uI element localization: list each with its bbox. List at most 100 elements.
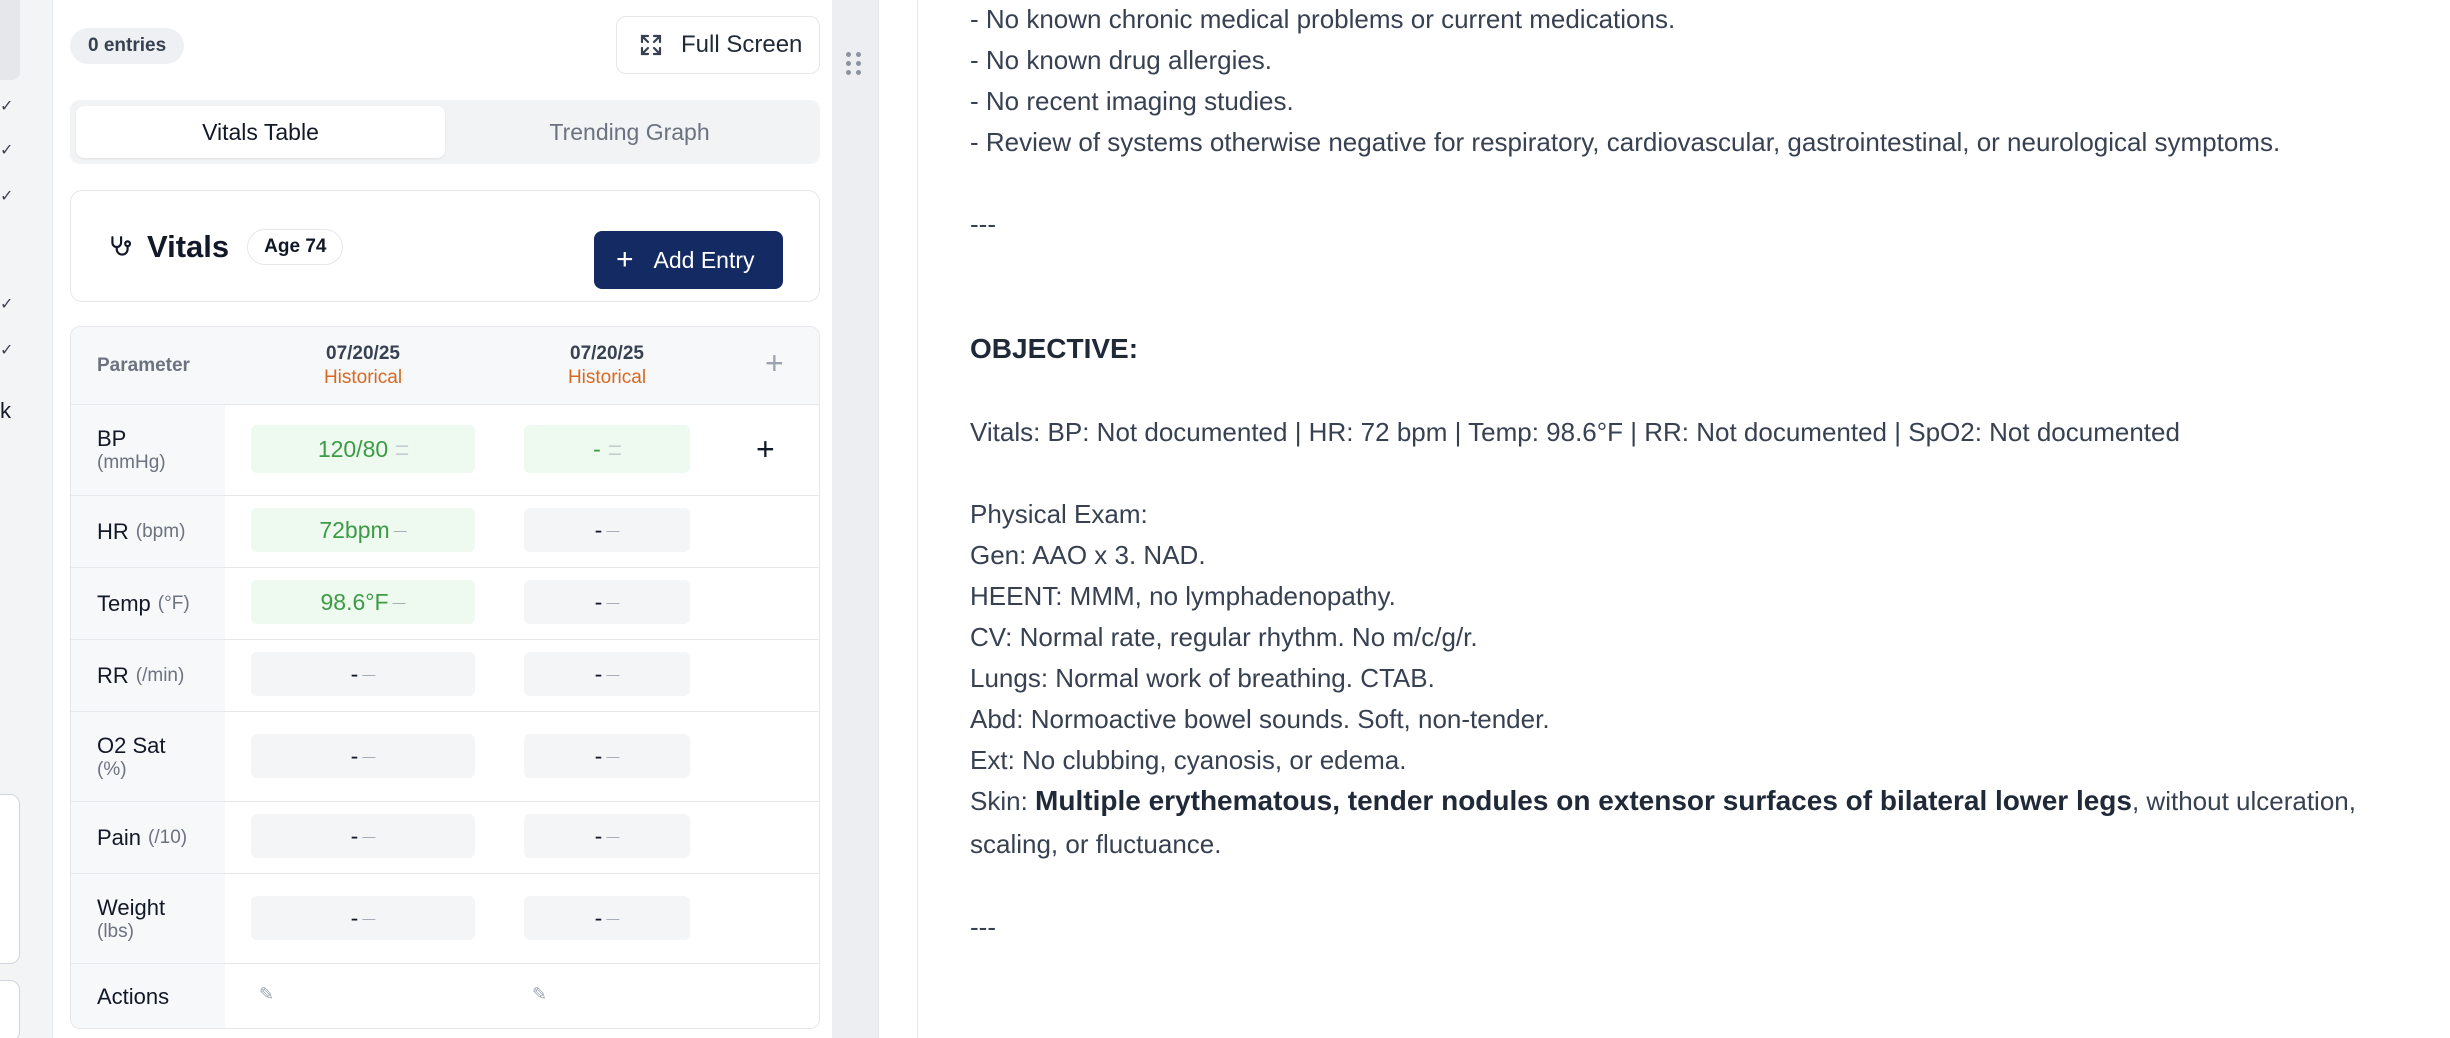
table-row: RR (/min) - — - — <box>71 640 819 712</box>
parameter-name: HR <box>97 518 129 544</box>
trend-icon: — <box>362 666 376 682</box>
sliver-card[interactable] <box>0 794 20 964</box>
parameter-name: Pain <box>97 824 142 850</box>
table-row: Temp (°F) 98.6°F — - — <box>71 568 819 640</box>
parameter-name: Weight <box>97 894 166 920</box>
table-row: O2 Sat (%) - — - — <box>71 712 819 802</box>
vital-value-cell[interactable]: - — — <box>524 425 690 473</box>
vital-value-cell[interactable]: 98.6°F — <box>251 580 475 624</box>
column-status: Historical <box>323 367 403 388</box>
row-parameter: Temp (°F) <box>71 568 225 639</box>
trend-icon: — <box>606 522 620 538</box>
trend-icon: — <box>606 666 620 682</box>
vital-value-cell[interactable]: - — <box>524 734 690 778</box>
vital-value-cell[interactable]: 120/80 — — <box>251 425 475 473</box>
row-parameter: RR (/min) <box>71 640 225 711</box>
column-date: 07/20/25 <box>326 343 400 364</box>
vital-value: 120/80 <box>317 435 389 462</box>
trend-icon: — <box>393 522 407 538</box>
vital-value-cell[interactable]: - — <box>251 896 475 940</box>
vital-value: 98.6°F <box>320 588 389 615</box>
vital-value: - <box>594 660 603 687</box>
vital-value: - <box>350 904 359 931</box>
add-value-icon[interactable]: + <box>756 433 775 465</box>
separator: --- <box>970 209 996 239</box>
vital-value-cell[interactable]: 72bpm — <box>251 508 475 552</box>
tab-trending-graph[interactable]: Trending Graph <box>445 106 814 158</box>
tab-vitals-table[interactable]: Vitals Table <box>76 106 445 158</box>
parameter-unit: (/min) <box>135 664 185 686</box>
full-screen-label: Full Screen <box>681 31 803 58</box>
trend-icon: — <box>392 594 406 610</box>
vital-value: - <box>593 435 601 462</box>
parameter-unit: (lbs) <box>97 920 134 942</box>
table-row: HR (bpm) 72bpm — - — <box>71 496 819 568</box>
truncated-text: k <box>0 398 11 423</box>
skin-exam-continuation: scaling, or fluctuance. <box>970 829 1222 859</box>
left-sidebar-sliver: ✓ ✓ ✓ ✓ ✓ k <box>0 0 52 1038</box>
exam-line: Ext: No clubbing, cyanosis, or edema. <box>970 745 1407 775</box>
table-header-row: Parameter 07/20/25 Historical 07/20/25 H… <box>71 327 819 405</box>
vital-value: 72bpm <box>319 516 390 543</box>
vital-value-cell[interactable]: - — <box>251 734 475 778</box>
parameter-unit: (bpm) <box>135 520 186 542</box>
add-entry-label: Add Entry <box>653 246 755 273</box>
parameter-unit: (°F) <box>157 592 190 614</box>
parameter-header: Parameter <box>97 355 190 376</box>
vitals-title: Vitals <box>147 229 230 264</box>
drag-handle-icon[interactable] <box>844 52 864 76</box>
vital-value: - <box>350 822 359 849</box>
parameter-unit: (%) <box>97 758 127 780</box>
row-parameter: O2 Sat (%) <box>71 712 225 801</box>
vitals-header-card: Vitals Age 74 + Add Entry <box>70 190 820 302</box>
skin-suffix: , without ulceration, <box>2131 786 2356 816</box>
vital-value: - <box>594 588 603 615</box>
full-screen-button[interactable]: Full Screen <box>616 16 820 74</box>
vital-value: - <box>594 742 603 769</box>
parameter-name: BP <box>97 426 127 451</box>
trend-icon: — <box>606 828 620 844</box>
exam-heading: Physical Exam: <box>970 499 1148 529</box>
parameter-unit: (mmHg) <box>97 452 166 473</box>
skin-finding-bold: Multiple erythematous, tender nodules on… <box>1035 785 2132 816</box>
trend-icon: — <box>606 594 620 610</box>
exam-line: HEENT: MMM, no lymphadenopathy. <box>970 581 1396 611</box>
vital-value-cell[interactable]: - — <box>524 652 690 696</box>
column-date: 07/20/25 <box>570 343 644 364</box>
view-toggle: Vitals Table Trending Graph <box>70 100 820 164</box>
vital-value-cell[interactable]: - — <box>524 814 690 858</box>
separator: --- <box>970 912 996 942</box>
objective-heading: OBJECTIVE: <box>970 333 1139 364</box>
trend-icon: — <box>362 910 376 926</box>
vital-value-cell[interactable]: - — <box>251 814 475 858</box>
note-line: - No known drug allergies. <box>970 45 1273 75</box>
vital-value-cell[interactable]: - — <box>524 580 690 624</box>
stethoscope-icon <box>111 236 132 256</box>
vital-value-cell[interactable]: - — <box>524 896 690 940</box>
row-parameter: BP (mmHg) <box>71 405 225 495</box>
exam-line: Abd: Normoactive bowel sounds. Soft, non… <box>970 704 1550 734</box>
vitals-table: Parameter 07/20/25 Historical 07/20/25 H… <box>70 326 820 1029</box>
parameter-name: Temp <box>97 590 151 616</box>
vital-value-cell[interactable]: - — <box>524 508 690 552</box>
note-document[interactable]: - No known chronic medical problems or c… <box>970 0 2420 1038</box>
sliver-card[interactable] <box>0 980 20 1038</box>
edit-icon[interactable]: ✎ <box>259 984 274 1005</box>
add-column-icon[interactable]: + <box>765 347 784 379</box>
vital-value: - <box>350 742 359 769</box>
panel-resize-handle[interactable] <box>832 0 878 1038</box>
parameter-name: RR <box>97 662 129 688</box>
vital-value: - <box>594 516 603 543</box>
edit-icon[interactable]: ✎ <box>532 984 547 1005</box>
column-header[interactable]: 07/20/25 Historical <box>283 343 443 389</box>
check-icon: ✓ <box>0 96 14 115</box>
column-header[interactable]: 07/20/25 Historical <box>527 343 687 389</box>
plus-icon: + <box>616 243 634 276</box>
trend-icon: — <box>606 748 620 764</box>
check-icon: ✓ <box>0 294 14 313</box>
add-entry-button[interactable]: + Add Entry <box>594 231 783 289</box>
row-parameter: Weight (lbs) <box>71 874 225 963</box>
vital-value-cell[interactable]: - — <box>251 652 475 696</box>
table-row: Weight (lbs) - — - — <box>71 874 819 964</box>
vitals-summary-line: Vitals: BP: Not documented | HR: 72 bpm … <box>970 417 2180 447</box>
